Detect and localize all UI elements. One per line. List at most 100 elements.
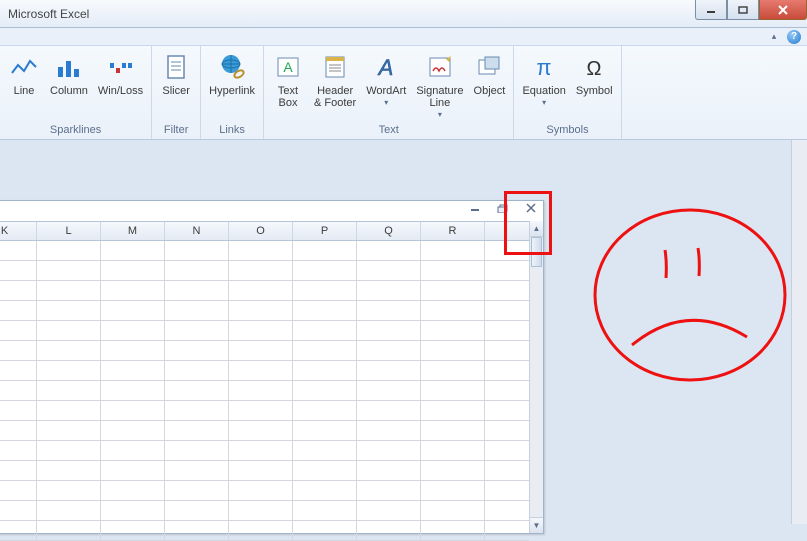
cell[interactable] <box>293 301 357 320</box>
cell[interactable] <box>421 261 485 280</box>
cell[interactable] <box>101 401 165 420</box>
cell[interactable] <box>37 261 101 280</box>
cell[interactable] <box>165 321 229 340</box>
cell[interactable] <box>357 241 421 260</box>
close-button[interactable] <box>759 0 807 20</box>
maximize-button[interactable] <box>727 0 759 20</box>
column-header[interactable]: R <box>421 222 485 240</box>
hyperlink-button[interactable]: Hyperlink <box>205 48 259 97</box>
signature-line-button[interactable]: Signature Line ▾ <box>412 48 467 119</box>
cell[interactable] <box>0 501 37 520</box>
cell[interactable] <box>421 401 485 420</box>
cell[interactable] <box>165 261 229 280</box>
cell[interactable] <box>293 401 357 420</box>
cell[interactable] <box>0 461 37 480</box>
cell[interactable] <box>293 281 357 300</box>
column-header[interactable]: N <box>165 222 229 240</box>
ribbon-collapse-button[interactable]: ▴ <box>767 30 781 44</box>
cell[interactable] <box>101 241 165 260</box>
vertical-scrollbar[interactable]: ▲ ▼ <box>529 221 543 533</box>
column-header[interactable]: Q <box>357 222 421 240</box>
cell[interactable] <box>37 281 101 300</box>
cell[interactable] <box>0 341 37 360</box>
cell[interactable] <box>37 441 101 460</box>
cell[interactable] <box>165 241 229 260</box>
sparkline-column-button[interactable]: Column <box>46 48 92 97</box>
cell[interactable] <box>0 401 37 420</box>
cell[interactable] <box>421 321 485 340</box>
cell[interactable] <box>229 261 293 280</box>
column-header[interactable]: M <box>101 222 165 240</box>
column-header[interactable]: O <box>229 222 293 240</box>
cell[interactable] <box>165 421 229 440</box>
cell[interactable] <box>0 281 37 300</box>
cell[interactable] <box>165 361 229 380</box>
cell[interactable] <box>229 241 293 260</box>
cell[interactable] <box>293 481 357 500</box>
cell[interactable] <box>293 381 357 400</box>
cell[interactable] <box>165 281 229 300</box>
scroll-up-button[interactable]: ▲ <box>530 221 543 237</box>
cell[interactable] <box>357 261 421 280</box>
cell[interactable] <box>357 381 421 400</box>
cell[interactable] <box>229 281 293 300</box>
cell[interactable] <box>165 501 229 520</box>
cell[interactable] <box>0 361 37 380</box>
cell-grid[interactable] <box>0 241 529 533</box>
slicer-button[interactable]: Slicer <box>156 48 196 97</box>
cell[interactable] <box>229 341 293 360</box>
cell[interactable] <box>165 461 229 480</box>
cell[interactable] <box>357 401 421 420</box>
scroll-down-button[interactable]: ▼ <box>530 517 543 533</box>
cell[interactable] <box>229 321 293 340</box>
symbol-button[interactable]: Ω Symbol <box>572 48 617 97</box>
cell[interactable] <box>101 381 165 400</box>
cell[interactable] <box>357 281 421 300</box>
workbook-close-button[interactable] <box>523 202 539 214</box>
cell[interactable] <box>37 461 101 480</box>
app-vertical-scrollbar[interactable] <box>791 140 807 524</box>
cell[interactable] <box>37 361 101 380</box>
cell[interactable] <box>101 501 165 520</box>
cell[interactable] <box>37 381 101 400</box>
cell[interactable] <box>0 301 37 320</box>
cell[interactable] <box>37 301 101 320</box>
cell[interactable] <box>165 341 229 360</box>
cell[interactable] <box>293 241 357 260</box>
cell[interactable] <box>101 441 165 460</box>
sparkline-line-button[interactable]: Line <box>4 48 44 97</box>
cell[interactable] <box>421 361 485 380</box>
cell[interactable] <box>293 341 357 360</box>
cell[interactable] <box>101 461 165 480</box>
cell[interactable] <box>293 421 357 440</box>
cell[interactable] <box>37 341 101 360</box>
cell[interactable] <box>293 261 357 280</box>
cell[interactable] <box>293 441 357 460</box>
wordart-button[interactable]: A WordArt ▾ <box>362 48 410 107</box>
cell[interactable] <box>101 261 165 280</box>
cell[interactable] <box>37 501 101 520</box>
cell[interactable] <box>357 441 421 460</box>
equation-button[interactable]: π Equation ▾ <box>518 48 569 107</box>
cell[interactable] <box>229 361 293 380</box>
cell[interactable] <box>229 481 293 500</box>
cell[interactable] <box>101 361 165 380</box>
cell[interactable] <box>165 441 229 460</box>
cell[interactable] <box>357 301 421 320</box>
cell[interactable] <box>0 441 37 460</box>
cell[interactable] <box>421 441 485 460</box>
textbox-button[interactable]: A Text Box <box>268 48 308 109</box>
cell[interactable] <box>357 421 421 440</box>
cell[interactable] <box>357 321 421 340</box>
cell[interactable] <box>229 441 293 460</box>
cell[interactable] <box>0 321 37 340</box>
cell[interactable] <box>421 341 485 360</box>
header-footer-button[interactable]: Header & Footer <box>310 48 360 109</box>
cell[interactable] <box>421 461 485 480</box>
cell[interactable] <box>37 481 101 500</box>
workbook-minimize-button[interactable] <box>467 202 483 214</box>
cell[interactable] <box>37 321 101 340</box>
cell[interactable] <box>37 421 101 440</box>
column-header[interactable]: L <box>37 222 101 240</box>
sparkline-winloss-button[interactable]: Win/Loss <box>94 48 147 97</box>
